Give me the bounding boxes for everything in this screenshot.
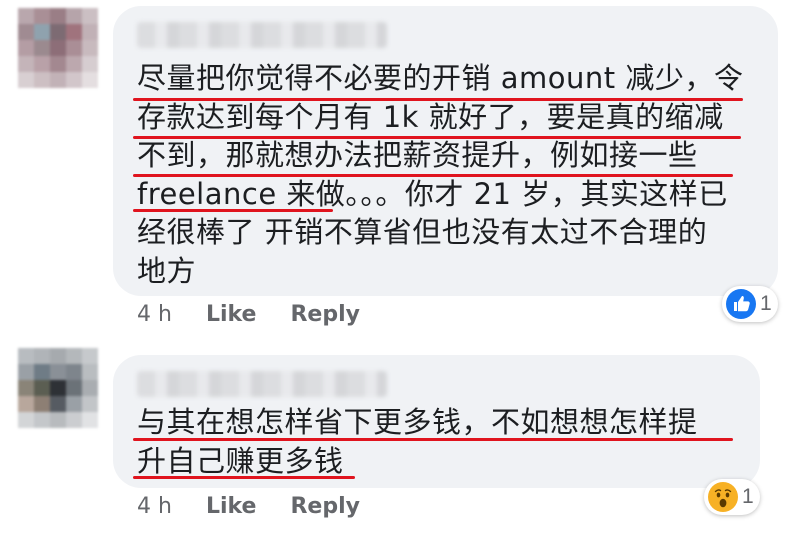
reaction-count[interactable]: 1	[704, 479, 760, 515]
red-underline	[133, 174, 733, 177]
comment-line: 与其在想怎样省下更多钱，不如想想怎样提	[137, 405, 698, 439]
comment-actions: 4 h Like Reply	[137, 302, 394, 327]
comment-bubble: 尽量把你觉得不必要的开销 amount 减少，令 存款达到每个月有 1k 就好了…	[113, 6, 778, 296]
comment-line: 升自己赚更多钱	[137, 443, 344, 478]
red-underline	[133, 136, 741, 139]
red-underline	[133, 438, 733, 441]
comment-line: 地方	[137, 253, 197, 288]
reaction-count-value: 1	[760, 292, 772, 315]
comment-line: 经很棒了 开销不算省但也没有太过不合理的	[137, 215, 708, 249]
reaction-count-value: 1	[742, 485, 754, 508]
like-button[interactable]: Like	[206, 302, 257, 327]
author-name-blurred[interactable]	[137, 371, 387, 397]
comment-line: 存款达到每个月有 1k 就好了，要是真的缩减	[137, 99, 724, 134]
red-underline	[133, 98, 743, 101]
comment-bubble: 与其在想怎样省下更多钱，不如想想怎样提 升自己赚更多钱	[113, 355, 760, 488]
like-button[interactable]: Like	[206, 494, 257, 519]
author-name-blurred[interactable]	[137, 22, 387, 48]
timestamp[interactable]: 4 h	[137, 494, 172, 519]
reply-button[interactable]: Reply	[290, 302, 360, 327]
timestamp[interactable]: 4 h	[137, 302, 172, 327]
avatar[interactable]	[18, 8, 98, 88]
thumbs-up-icon	[726, 289, 756, 319]
comment-line: freelance 来做。。。你才 21 岁，其实这样已	[137, 176, 728, 211]
red-underline	[133, 476, 355, 479]
comment-line: 尽量把你觉得不必要的开销 amount 减少，令	[137, 61, 744, 95]
wow-face-icon	[708, 482, 738, 512]
comment-actions: 4 h Like Reply	[137, 494, 394, 519]
comment-line: 不到，那就想办法把薪资提升，例如接一些	[137, 138, 698, 172]
reply-button[interactable]: Reply	[290, 494, 360, 519]
avatar[interactable]	[18, 348, 98, 428]
red-underline	[133, 209, 333, 212]
reaction-count[interactable]: 1	[722, 286, 778, 322]
